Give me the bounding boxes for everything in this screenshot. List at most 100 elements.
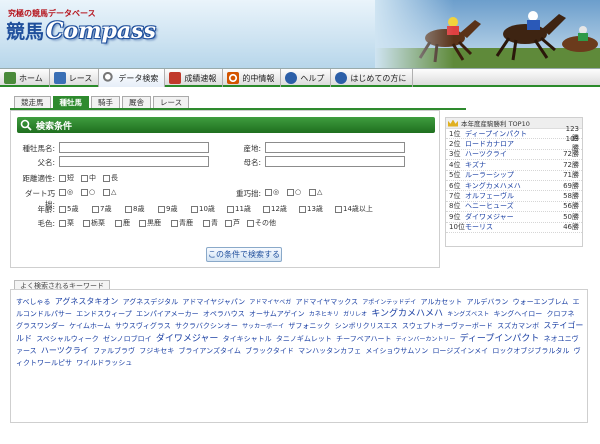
keyword-link[interactable]: ブラックタイド	[245, 347, 294, 355]
checkbox[interactable]	[103, 174, 110, 182]
tab-racehorse[interactable]: 競走馬	[14, 96, 51, 108]
keyword-link[interactable]: ディープインパクト	[460, 334, 540, 344]
coat-color-option[interactable]: 芦	[225, 218, 240, 228]
sire-link[interactable]: キングカメハメハ	[465, 181, 559, 191]
keyword-link[interactable]: オーサムアゲイン	[249, 310, 305, 318]
age-option[interactable]: 11歳	[227, 204, 251, 214]
site-logo[interactable]: 競馬 Compass	[6, 17, 156, 45]
sire-link[interactable]: オルフェーヴル	[465, 191, 559, 201]
age-option[interactable]: 14歳以上	[335, 204, 373, 214]
keyword-link[interactable]: アポインテッドデイ	[362, 299, 416, 306]
checkbox[interactable]	[191, 205, 198, 213]
sire-link[interactable]: ルーラーシップ	[465, 170, 559, 180]
sire-link[interactable]: ヘニーヒューズ	[465, 201, 559, 211]
keyword-link[interactable]: ダイワメジャー	[156, 334, 219, 344]
keyword-link[interactable]: スズカマンボ	[497, 322, 539, 330]
coat-color-option[interactable]: 栃栗	[83, 218, 105, 228]
age-option[interactable]: 9歳	[158, 204, 177, 214]
keyword-link[interactable]: チーフベアハート	[336, 335, 391, 343]
father-input[interactable]	[59, 156, 209, 167]
checkbox[interactable]	[247, 219, 254, 227]
dirt-fair-option[interactable]: △	[103, 188, 116, 196]
checkbox[interactable]	[103, 188, 110, 196]
keyword-link[interactable]: サッカーボーイ	[242, 323, 284, 330]
keyword-link[interactable]: ロックオブジブラルタル	[492, 347, 569, 355]
coat-color-option[interactable]: 栗	[59, 218, 74, 228]
sire-link[interactable]: ロードカナロア	[465, 139, 559, 149]
nav-race[interactable]: レース	[50, 69, 100, 87]
keyword-link[interactable]: シンボリクリスエス	[335, 322, 398, 330]
checkbox[interactable]	[171, 219, 178, 227]
coat-color-option[interactable]: 黒鹿	[139, 218, 161, 228]
checkbox[interactable]	[59, 188, 66, 196]
keyword-link[interactable]: ワイルドラッシュ	[76, 359, 132, 367]
keyword-link[interactable]: タニノギムレット	[276, 335, 332, 343]
keyword-link[interactable]: アグネスタキオン	[55, 297, 119, 306]
heavy-good-option[interactable]: ○	[287, 188, 301, 196]
checkbox[interactable]	[59, 219, 66, 227]
age-option[interactable]: 7歳	[92, 204, 111, 214]
keyword-link[interactable]: すべしゃる	[16, 298, 51, 306]
coat-color-option[interactable]: 青鹿	[171, 218, 193, 228]
coat-color-option[interactable]: 鹿	[115, 218, 130, 228]
nav-beginners[interactable]: はじめての方に	[331, 69, 414, 87]
checkbox[interactable]	[125, 205, 132, 213]
checkbox[interactable]	[335, 205, 342, 213]
distance-long-option[interactable]: 長	[103, 173, 118, 183]
checkbox[interactable]	[203, 219, 210, 227]
keyword-link[interactable]: サウスヴィグラス	[115, 322, 171, 330]
keyword-link[interactable]: キングヘイロー	[493, 310, 542, 318]
keyword-link[interactable]: ケイムホーム	[69, 322, 111, 330]
checkbox[interactable]	[115, 219, 122, 227]
keyword-link[interactable]: ファルブラヴ	[93, 347, 135, 355]
keyword-link[interactable]: キングズベスト	[447, 311, 489, 318]
checkbox[interactable]	[83, 219, 90, 227]
nav-results[interactable]: 成績速報	[165, 69, 224, 87]
keyword-link[interactable]: アルデバラン	[466, 298, 508, 306]
keyword-link[interactable]: グラスワンダー	[16, 322, 65, 330]
distance-short-option[interactable]: 短	[59, 173, 74, 183]
sire-link[interactable]: モーリス	[465, 222, 559, 232]
keyword-link[interactable]: タイキシャトル	[223, 335, 272, 343]
keyword-link[interactable]: スウェプトオーヴァーボード	[402, 322, 493, 330]
keyword-link[interactable]: アルカセット	[421, 298, 463, 306]
age-option[interactable]: 10歳	[191, 204, 215, 214]
dirt-good-option[interactable]: ○	[81, 188, 95, 196]
keyword-link[interactable]: エンドスウィープ	[76, 310, 132, 318]
checkbox[interactable]	[287, 188, 294, 196]
keyword-link[interactable]: サクラバクシンオー	[175, 322, 238, 330]
checkbox[interactable]	[81, 188, 88, 196]
tab-race[interactable]: レース	[153, 96, 190, 108]
mother-input[interactable]	[265, 156, 405, 167]
keyword-link[interactable]: ハーツクライ	[41, 346, 89, 355]
search-submit-button[interactable]: この条件で検索する	[206, 247, 282, 262]
keyword-link[interactable]: ウォーエンブレム	[513, 298, 569, 306]
sire-link[interactable]: ディープインパクト	[465, 129, 559, 139]
keyword-link[interactable]: カネヒキリ	[309, 311, 339, 318]
nav-data-search[interactable]: データ検索	[99, 69, 166, 87]
tab-stallion[interactable]: 種牡馬	[52, 96, 89, 108]
nav-hit-info[interactable]: 的中情報	[223, 69, 282, 87]
keyword-link[interactable]: ティンバーカントリー	[396, 336, 456, 343]
keyword-link[interactable]: マンハッタンカフェ	[298, 347, 361, 355]
checkbox[interactable]	[265, 188, 272, 196]
keyword-link[interactable]: クロフネ	[547, 310, 575, 318]
checkbox[interactable]	[92, 205, 99, 213]
keyword-link[interactable]: アドマイヤマックス	[295, 298, 358, 306]
keyword-link[interactable]: アグネスデジタル	[123, 298, 179, 306]
checkbox[interactable]	[59, 205, 66, 213]
nav-home[interactable]: ホーム	[0, 69, 50, 87]
age-option[interactable]: 12歳	[263, 204, 287, 214]
sire-link[interactable]: ハーツクライ	[465, 149, 559, 159]
keyword-link[interactable]: オペラハウス	[203, 310, 245, 318]
checkbox[interactable]	[227, 205, 234, 213]
keyword-link[interactable]: ザフォニック	[288, 322, 330, 330]
keyword-link[interactable]: ロージズインメイ	[432, 347, 488, 355]
checkbox[interactable]	[309, 188, 316, 196]
checkbox[interactable]	[299, 205, 306, 213]
tab-stable[interactable]: 厩舎	[122, 96, 151, 108]
age-option[interactable]: 13歳	[299, 204, 323, 214]
keyword-link[interactable]: キングカメハメハ	[371, 309, 443, 319]
keyword-link[interactable]: メイショウサムソン	[365, 347, 428, 355]
sire-link[interactable]: ダイワメジャー	[465, 212, 559, 222]
